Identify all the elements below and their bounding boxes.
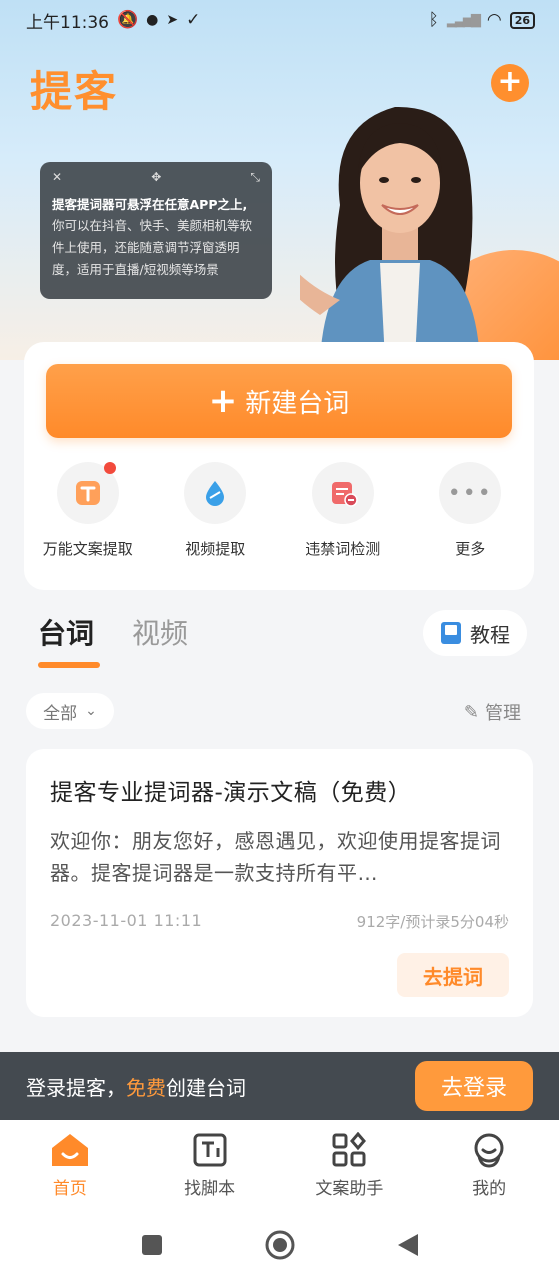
overlay-title: 提客提词器可悬浮在任意APP之上,: [52, 197, 248, 212]
tool-video-extract[interactable]: 视频提取: [152, 462, 280, 559]
nav-label: 文案助手: [315, 1178, 384, 1199]
manage-label: 管理: [485, 703, 521, 724]
login-prompt: 登录提客，免费创建台词: [26, 1075, 246, 1100]
collapse-icon: ⤡: [250, 170, 260, 184]
floating-prompter-demo: ✕ ✥ ⤡ 提客提词器可悬浮在任意APP之上, 你可以在抖音、快手、美颜相机等软…: [40, 162, 272, 299]
wifi-icon: ◠: [486, 10, 502, 30]
nav-copy-assistant[interactable]: 文案助手: [280, 1120, 420, 1210]
bluetooth-icon: ᛒ: [428, 10, 439, 30]
tab-videos[interactable]: 视频: [132, 612, 188, 662]
overlay-body: 你可以在抖音、快手、美颜相机等软件上使用，还能随意调节浮窗透明度，适用于直播/短…: [52, 218, 253, 277]
new-script-button[interactable]: + 新建台词: [46, 364, 512, 438]
status-bar: 上午11:36 🔕 ● ➤ ✓ ᛒ ▂▃▅▇ ◠ 26: [0, 0, 559, 40]
back-icon[interactable]: [396, 1232, 420, 1258]
plus-icon: +: [208, 381, 238, 421]
tool-forbidden-word[interactable]: 违禁词检测: [279, 462, 407, 559]
new-script-label: 新建台词: [245, 388, 350, 419]
content-tabs: 台词 视频: [38, 612, 188, 668]
chevron-down-icon: ⌄: [85, 703, 97, 719]
script-date: 2023-11-01 11:11: [50, 911, 203, 930]
hero-banner: 提客 + ✕ ✥ ⤡ 提客提词器可悬浮在任意APP之上, 你可以在抖音、快手、美…: [0, 0, 559, 360]
check-icon: ✓: [186, 10, 201, 30]
home-button-icon[interactable]: [264, 1229, 296, 1261]
apps-icon: [332, 1131, 367, 1166]
filter-label: 全部: [43, 703, 78, 724]
tutorial-label: 教程: [470, 622, 510, 647]
script-card[interactable]: 提客专业提词器-演示文稿（免费） 欢迎你：朋友您好，感恩遇见，欢迎使用提客提词器…: [26, 749, 533, 1017]
edit-icon: ✎: [463, 701, 479, 723]
book-icon: [441, 622, 461, 644]
move-icon: ✥: [151, 170, 162, 184]
battery-icon: 26: [509, 11, 535, 29]
home-icon: [51, 1133, 88, 1166]
nav-find-script[interactable]: 找脚本: [140, 1120, 280, 1210]
forbidden-word-icon: [331, 482, 358, 507]
tool-label: 万能文案提取: [42, 540, 133, 558]
nav-label: 首页: [52, 1178, 87, 1199]
signal-icon: ▂▃▅▇: [446, 12, 481, 28]
tool-label: 视频提取: [185, 540, 246, 558]
script-icon: [193, 1133, 227, 1166]
tool-row: 万能文案提取 视频提取 违禁词检测 ••• 更多: [24, 462, 534, 559]
tool-label: 违禁词检测: [305, 540, 381, 558]
login-banner: 登录提客，免费创建台词 去登录: [0, 1052, 559, 1120]
close-icon: ✕: [52, 170, 63, 184]
login-button[interactable]: 去登录: [415, 1061, 533, 1111]
video-extract-icon: [206, 481, 225, 506]
tutorial-button[interactable]: 教程: [423, 610, 527, 656]
profile-icon: [474, 1133, 504, 1168]
go-prompt-button[interactable]: 去提词: [397, 953, 509, 997]
tab-scripts[interactable]: 台词: [38, 612, 101, 668]
mute-icon: 🔕: [117, 10, 139, 30]
tool-more[interactable]: ••• 更多: [407, 462, 535, 559]
message-icon: ●: [146, 12, 159, 28]
send-icon: ➤: [166, 12, 179, 28]
recents-icon[interactable]: [140, 1233, 164, 1257]
script-meta: 912字/预计录5分04秒: [356, 913, 509, 931]
nav-home[interactable]: 首页: [0, 1120, 140, 1210]
bottom-nav: 首页 找脚本 文案助手 我的: [0, 1120, 559, 1210]
text-extract-icon: [75, 481, 100, 505]
new-badge: [104, 462, 116, 474]
brand-logo: 提客: [30, 67, 119, 116]
nav-label: 我的: [472, 1178, 507, 1199]
manage-button[interactable]: ✎ 管理: [464, 699, 521, 725]
quick-actions-card: + 新建台词 万能文案提取 视频提取 违禁词检测 ••• 更多: [24, 342, 534, 590]
tool-text-extract[interactable]: 万能文案提取: [24, 462, 152, 559]
status-time: 上午11:36: [26, 12, 109, 33]
script-title: 提客专业提词器-演示文稿（免费）: [50, 780, 412, 806]
system-navigation: [0, 1210, 559, 1280]
category-filter[interactable]: 全部 ⌄: [26, 693, 114, 729]
script-preview: 欢迎你：朋友您好，感恩遇见，欢迎使用提客提词器。提客提词器是一款支持所有平…: [50, 829, 501, 885]
more-icon: •••: [447, 480, 493, 506]
nav-profile[interactable]: 我的: [419, 1120, 559, 1210]
add-button[interactable]: +: [491, 64, 529, 102]
nav-label: 找脚本: [184, 1178, 236, 1199]
tool-label: 更多: [455, 540, 486, 558]
presenter-illustration: [300, 106, 480, 360]
